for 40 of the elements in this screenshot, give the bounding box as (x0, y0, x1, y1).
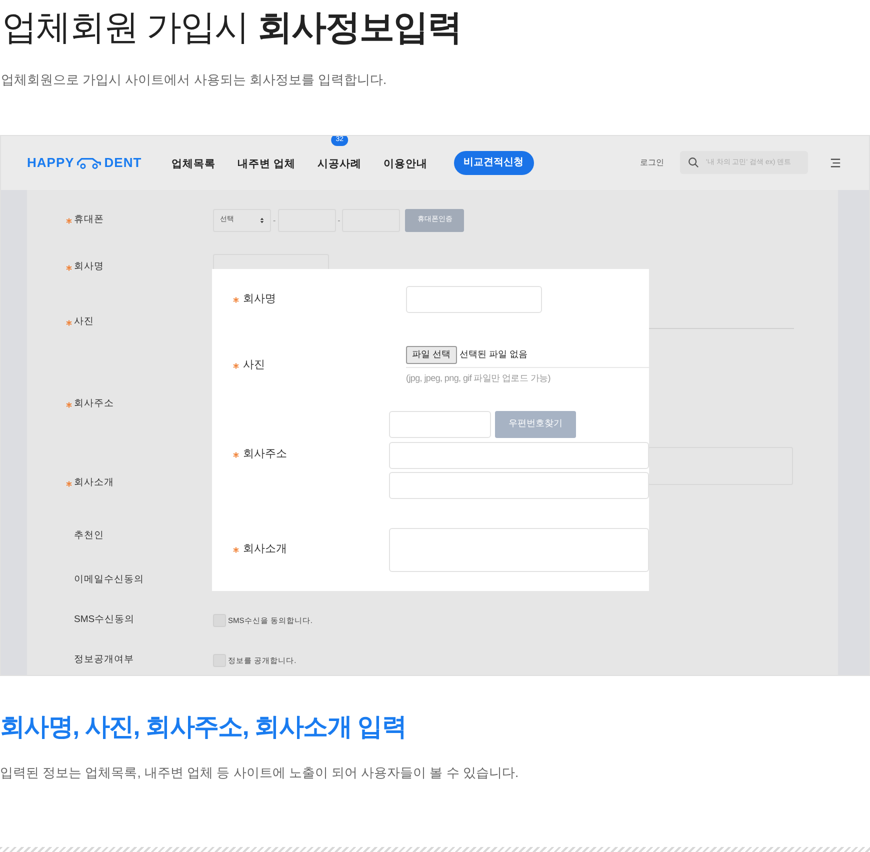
field-label: 회사주소 (243, 447, 287, 462)
postcode-field[interactable] (389, 410, 491, 438)
input-field[interactable] (406, 286, 542, 313)
field-label: 회사주소 (74, 397, 114, 412)
file-status: 선택된 파일 없음 (460, 348, 528, 361)
address-field[interactable] (389, 442, 649, 468)
address-field[interactable] (389, 472, 649, 498)
file-select-button[interactable]: 파일 선택 (406, 346, 457, 364)
field-label: 휴대폰 (74, 213, 104, 228)
field-label: 정보공개여부 (74, 653, 134, 668)
page-description: 업체회원으로 가입시 사이트에서 사용되는 회사정보를 입력합니다. (0, 71, 388, 89)
field-label: 회사소개 (74, 476, 114, 490)
quote-request-button[interactable]: 비교견적신청 (454, 150, 534, 174)
field-label: 사진 (243, 358, 265, 374)
file-hint: (jpg, jpeg, png, gif 파일만 업로드 가능) (406, 372, 552, 385)
text-area[interactable] (648, 446, 793, 484)
field-label: 이메일수신동의 (74, 573, 144, 588)
field-label: 회사소개 (243, 542, 287, 558)
search-icon (688, 157, 699, 168)
dash-separator: - (273, 214, 276, 226)
updown-icon (260, 217, 264, 224)
section-heading: 회사명, 사진, 회사주소, 회사소개 입력 (0, 712, 408, 742)
menu-icon[interactable] (830, 158, 841, 168)
section-description: 입력된 정보는 업체목록, 내주변 업체 등 사이트에 노출이 되어 사용자들이 볼 수 있습니다. (0, 764, 520, 782)
page-heading: 업체회원 가입시 회사정보입력 (1, 7, 462, 49)
field-label: SMS수신동의 (74, 613, 135, 628)
logo-text: HAPPY (27, 154, 74, 172)
nav-link[interactable]: 업체목록 (172, 158, 216, 170)
login-link[interactable]: 로그인 (640, 156, 664, 168)
nav-link[interactable]: 이용안내 (384, 158, 428, 170)
logo-text: DENT (104, 154, 142, 172)
nav-link[interactable]: 내주변 업체 (238, 158, 296, 170)
text-area[interactable] (389, 528, 649, 572)
field-label: 추천인 (74, 529, 104, 544)
dash-separator: - (338, 214, 340, 226)
nav-link[interactable]: 시공사례 (318, 158, 362, 170)
field-label: 사진 (74, 315, 94, 330)
field-label: 회사명 (243, 292, 276, 308)
field-label: 회사명 (74, 260, 104, 274)
car-icon (76, 155, 102, 170)
